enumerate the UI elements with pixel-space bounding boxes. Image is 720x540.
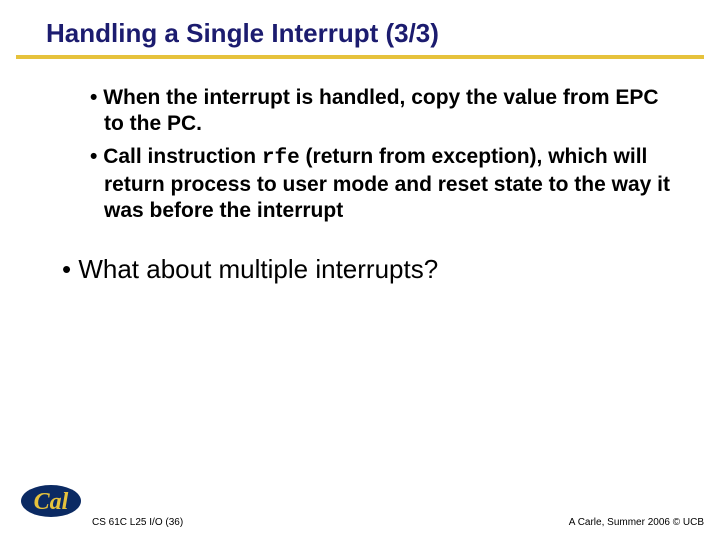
- footer: Cal CS 61C L25 I/O (36) A Carle, Summer …: [0, 482, 720, 530]
- bullet-item-big: • What about multiple interrupts?: [62, 254, 670, 285]
- bullet-text: When the interrupt is handled, copy the …: [103, 86, 658, 135]
- slide-title: Handling a Single Interrupt (3/3): [0, 18, 720, 55]
- bullet-big-text: What about multiple interrupts?: [78, 254, 438, 284]
- cal-logo: Cal: [20, 479, 82, 524]
- footer-left-text: CS 61C L25 I/O (36): [92, 517, 183, 528]
- slide: Handling a Single Interrupt (3/3) • When…: [0, 0, 720, 540]
- bullet-text-pre: Call instruction: [103, 145, 262, 168]
- footer-right-text: A Carle, Summer 2006 © UCB: [569, 517, 704, 528]
- bullet-item-2: • Call instruction rfe (return from exce…: [90, 144, 670, 225]
- bullet-dot: •: [90, 86, 103, 109]
- svg-text:Cal: Cal: [34, 489, 69, 515]
- content-block-2: • What about multiple interrupts?: [0, 230, 720, 285]
- bullet-dot: •: [62, 254, 78, 284]
- code-rfe: rfe: [262, 147, 300, 170]
- content-block-1: • When the interrupt is handled, copy th…: [0, 59, 720, 224]
- bullet-dot: •: [90, 145, 103, 168]
- bullet-item-1: • When the interrupt is handled, copy th…: [90, 85, 670, 138]
